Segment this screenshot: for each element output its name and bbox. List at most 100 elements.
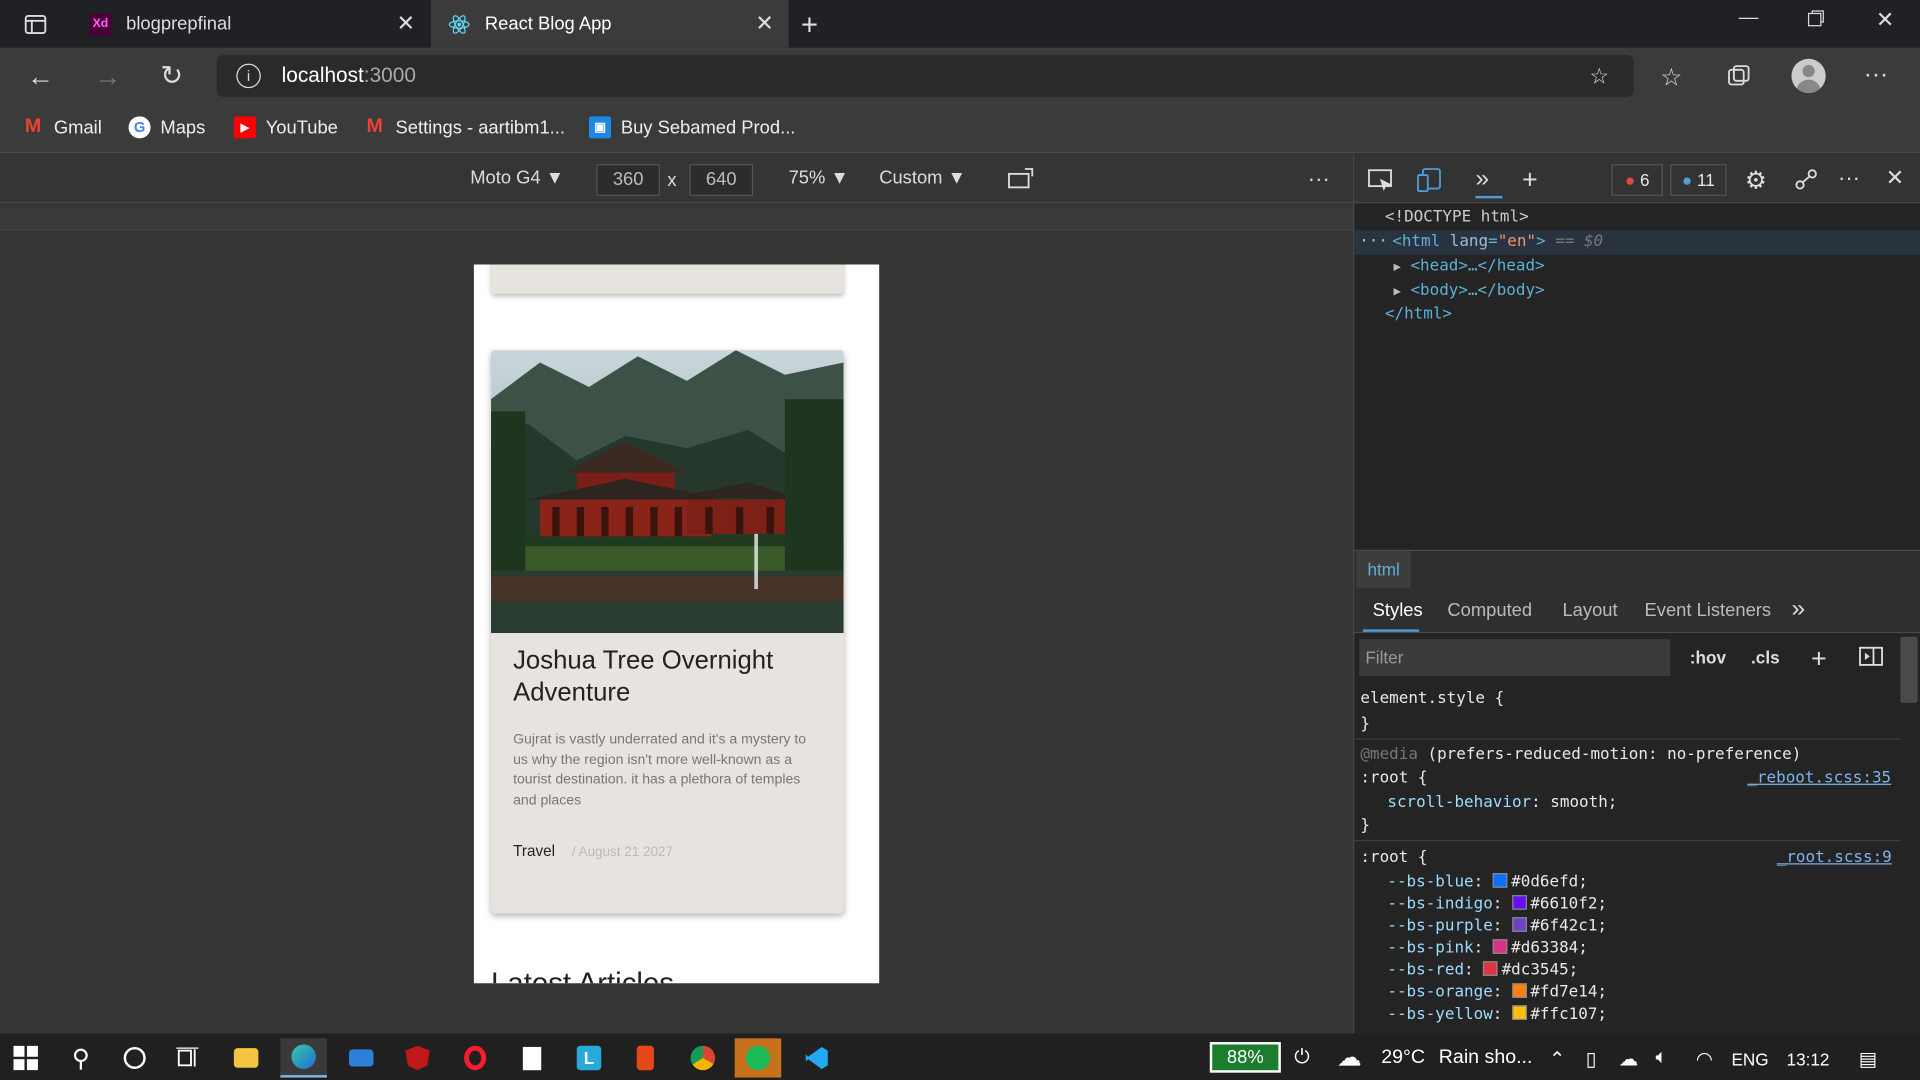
mcafee-icon[interactable] xyxy=(394,1038,441,1077)
css-variable-row[interactable]: --bs-yellow: #ffc107; xyxy=(1387,1005,1607,1024)
new-tab-icon[interactable]: + xyxy=(801,9,818,43)
tab-computed[interactable]: Computed xyxy=(1447,600,1532,621)
collections-icon[interactable] xyxy=(1727,64,1751,88)
close-window-icon[interactable]: ✕ xyxy=(1876,7,1894,33)
styles-filter-input[interactable]: Filter xyxy=(1359,639,1671,676)
device-select[interactable]: Moto G4 ▼ xyxy=(470,168,564,189)
bookmark-gmail[interactable]: M Gmail xyxy=(22,113,102,142)
css-variable-row[interactable]: --bs-purple: #6f42c1; xyxy=(1387,917,1607,936)
favorites-icon[interactable]: ☆ xyxy=(1660,62,1682,93)
new-style-rule-icon[interactable]: + xyxy=(1811,643,1827,675)
tab-react-blog-app[interactable]: React Blog App ✕ xyxy=(431,0,789,48)
css-variable-row[interactable]: --bs-pink: #d63384; xyxy=(1387,939,1588,958)
restore-icon[interactable] xyxy=(1807,10,1824,27)
bookmark-sebamed[interactable]: ▣ Buy Sebamed Prod... xyxy=(588,113,795,142)
bookmark-maps[interactable]: G Maps xyxy=(128,113,205,142)
article-title[interactable]: Joshua Tree Overnight Adventure xyxy=(513,645,831,709)
more-subtabs-icon[interactable]: » xyxy=(1791,595,1805,623)
notifications-icon[interactable]: ▤ xyxy=(1859,1047,1878,1071)
color-swatch[interactable] xyxy=(1511,983,1527,998)
device-icon[interactable]: ▯ xyxy=(1586,1047,1597,1071)
color-swatch[interactable] xyxy=(1492,939,1508,954)
tab-blogprepfinal[interactable]: Xd blogprepfinal ✕ xyxy=(72,0,430,48)
wifi-icon[interactable]: ◠ xyxy=(1696,1047,1713,1071)
clock[interactable]: 13:12 xyxy=(1787,1049,1830,1069)
cortana-icon[interactable] xyxy=(111,1038,158,1077)
color-swatch[interactable] xyxy=(1492,873,1508,888)
onedrive-icon[interactable]: ☁ xyxy=(1619,1047,1639,1071)
dom-html-node[interactable]: <html lang="en"> == $0 xyxy=(1392,233,1603,251)
css-variable-row[interactable]: --bs-blue: #0d6efd; xyxy=(1387,873,1588,891)
gear-icon[interactable]: ⚙ xyxy=(1745,165,1767,196)
color-swatch[interactable] xyxy=(1511,917,1527,932)
chevron-up-icon[interactable]: ⌃ xyxy=(1549,1047,1565,1071)
spotify-icon[interactable] xyxy=(734,1038,782,1078)
zoom-select[interactable]: 75% ▼ xyxy=(789,168,849,189)
bookmark-settings[interactable]: M Settings - aartibm1... xyxy=(364,113,565,142)
root-selector[interactable]: :root { xyxy=(1360,849,1427,867)
inspect-icon[interactable] xyxy=(1368,168,1395,192)
tab-styles[interactable]: Styles xyxy=(1373,600,1423,621)
url-text[interactable]: localhost:3000 xyxy=(282,64,416,88)
device-more-icon[interactable]: ··· xyxy=(1308,167,1330,193)
refresh-icon[interactable]: ↻ xyxy=(160,60,183,92)
device-width-input[interactable]: 360 xyxy=(596,164,661,196)
chrome-icon[interactable] xyxy=(680,1038,727,1077)
dom-body-node[interactable]: ▶ <body>…</body> xyxy=(1393,282,1544,300)
windows-start-icon[interactable] xyxy=(2,1038,49,1077)
minimize-icon[interactable]: — xyxy=(1739,7,1759,29)
devtools-more-icon[interactable]: ··· xyxy=(1838,165,1860,191)
vscode-icon[interactable] xyxy=(793,1038,840,1077)
breadcrumb-html[interactable]: html xyxy=(1356,551,1411,588)
element-style-rule[interactable]: element.style { xyxy=(1360,689,1504,707)
forward-icon[interactable]: → xyxy=(94,61,121,93)
article-card[interactable]: Joshua Tree Overnight Adventure Gujrat i… xyxy=(491,350,844,914)
back-icon[interactable]: ← xyxy=(27,61,54,93)
throttle-select[interactable]: Custom ▼ xyxy=(879,168,966,189)
root-selector[interactable]: :root { xyxy=(1360,769,1427,787)
css-variable-row[interactable]: --bs-indigo: #6610f2; xyxy=(1387,895,1607,913)
more-tabs-icon[interactable]: » xyxy=(1476,165,1490,193)
search-icon[interactable]: ⚲ xyxy=(58,1038,105,1077)
css-variable-row[interactable]: --bs-red: #dc3545; xyxy=(1387,961,1578,980)
color-swatch[interactable] xyxy=(1511,895,1527,910)
messages-badge[interactable]: ● 11 xyxy=(1670,164,1727,196)
reboot-source-link[interactable]: _reboot.scss:35 xyxy=(1747,769,1891,787)
tab-event-listeners[interactable]: Event Listeners xyxy=(1645,600,1772,621)
errors-badge[interactable]: ● 6 xyxy=(1611,164,1663,196)
profile-avatar[interactable] xyxy=(1791,58,1826,94)
device-toggle-icon[interactable] xyxy=(1417,168,1444,192)
mail-icon[interactable] xyxy=(338,1038,385,1077)
battery-indicator[interactable]: 88% xyxy=(1209,1042,1281,1073)
task-view-icon[interactable] xyxy=(164,1038,211,1077)
weather-temp[interactable]: 29°C xyxy=(1381,1047,1425,1069)
connect-icon[interactable] xyxy=(1794,168,1818,192)
volume-icon[interactable]: 🔈︎ xyxy=(1656,1047,1668,1069)
opera-icon[interactable] xyxy=(452,1038,499,1077)
hov-toggle[interactable]: :hov xyxy=(1690,648,1726,668)
close-tab-icon[interactable]: ✕ xyxy=(755,11,773,37)
article-category[interactable]: Travel xyxy=(513,842,555,859)
rotate-icon[interactable] xyxy=(1008,168,1035,190)
bookmark-youtube[interactable]: ▶ YouTube xyxy=(233,113,338,142)
cls-toggle[interactable]: .cls xyxy=(1751,648,1780,668)
css-variable-row[interactable]: --bs-orange: #fd7e14; xyxy=(1387,983,1607,1002)
dom-doctype[interactable]: <!DOCTYPE html> xyxy=(1385,208,1529,226)
scroll-behavior-declaration[interactable]: scroll-behavior: smooth; xyxy=(1387,793,1617,811)
tab-actions-icon[interactable] xyxy=(22,11,49,38)
office-icon[interactable] xyxy=(622,1038,669,1077)
weather-icon[interactable]: ☁ xyxy=(1337,1042,1361,1073)
weather-text[interactable]: Rain sho... xyxy=(1439,1047,1533,1069)
add-tool-icon[interactable]: + xyxy=(1522,164,1538,196)
device-height-input[interactable]: 640 xyxy=(689,164,754,196)
styles-scrollbar[interactable] xyxy=(1900,636,1918,703)
root-source-link[interactable]: _root.scss:9 xyxy=(1777,849,1892,867)
dom-head-node[interactable]: ▶ <head>…</head> xyxy=(1393,257,1544,275)
close-devtools-icon[interactable]: ✕ xyxy=(1886,165,1904,191)
tab-layout[interactable]: Layout xyxy=(1562,600,1617,621)
notepad-icon[interactable] xyxy=(508,1038,555,1077)
close-tab-icon[interactable]: ✕ xyxy=(397,11,415,37)
lens-icon[interactable]: L xyxy=(566,1038,613,1077)
mobile-page[interactable]: Joshua Tree Overnight Adventure Gujrat i… xyxy=(473,264,880,984)
toggle-sidebar-icon[interactable] xyxy=(1859,646,1883,667)
